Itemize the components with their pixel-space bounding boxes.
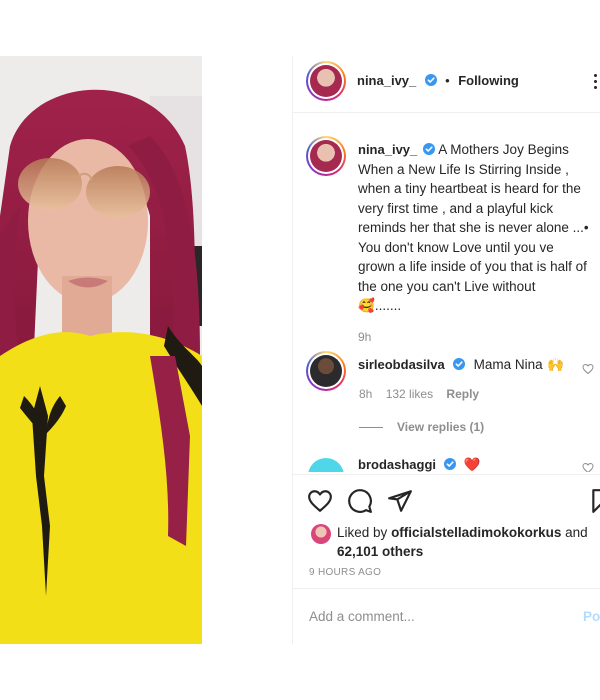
comment-avatar[interactable] (306, 351, 346, 391)
others-count[interactable]: 62,101 others (337, 544, 423, 559)
view-replies-button[interactable]: View replies (1) (359, 420, 484, 434)
likes-summary: Liked by officialstelladimokokorkus and … (337, 523, 599, 561)
caption: nina_ivy_ A Mothers Joy Begins When a Ne… (358, 140, 594, 347)
heart-icon[interactable] (307, 488, 333, 514)
verified-badge-icon (453, 358, 466, 370)
post-header: nina_ivy_ • Following (357, 72, 519, 90)
comment-like-heart-icon[interactable] (582, 462, 594, 472)
verified-badge-icon (423, 143, 436, 155)
post-time-ago[interactable]: 9 HOURS AGO (309, 567, 381, 578)
liked-by-user[interactable]: officialstelladimokokorkus (391, 525, 561, 540)
caption-text: A Mothers Joy Begins When a New Life Is … (358, 142, 589, 294)
comment-input-divider (293, 588, 600, 589)
comment-emoji: ❤️ (463, 457, 481, 472)
liked-by-label: Liked by (337, 525, 388, 540)
comment-meta: 8h 132 likes Reply (359, 387, 489, 401)
paper-plane-icon[interactable] (387, 488, 413, 514)
comment-row: sirleobdasilva Mama Nina 🙌 (358, 356, 564, 374)
liker-avatar[interactable] (311, 524, 331, 544)
comment-likes[interactable]: 132 likes (386, 387, 433, 401)
reply-button[interactable]: Reply (446, 387, 479, 401)
following-button[interactable]: Following (458, 73, 519, 88)
caption-time[interactable]: 9h (358, 328, 594, 348)
post-details-panel: nina_ivy_ • Following nina_ivy_ A Mother… (292, 56, 600, 644)
caption-emoji: 🥰 (358, 298, 375, 313)
comment-text: Mama Nina (473, 357, 543, 372)
add-comment-input[interactable]: Add a comment... (309, 609, 415, 624)
view-replies-label: View replies (1) (397, 420, 485, 434)
post-comment-button[interactable]: Post (583, 609, 600, 624)
comment-emoji: 🙌 (547, 357, 564, 372)
caption-ellipsis: ....... (374, 298, 402, 313)
more-dots-icon[interactable] (593, 73, 599, 91)
author-avatar[interactable] (306, 61, 346, 101)
comment-icon[interactable] (347, 488, 373, 514)
comment-time[interactable]: 8h (359, 387, 372, 401)
bookmark-icon[interactable] (589, 488, 600, 514)
comment-username[interactable]: sirleobdasilva (358, 357, 445, 372)
verified-badge-icon (444, 458, 457, 470)
and-label: and (565, 525, 588, 540)
actions-divider (293, 474, 600, 475)
post-photo[interactable] (0, 56, 202, 644)
header-divider (293, 112, 600, 113)
header-separator: • (445, 73, 450, 88)
comment-like-heart-icon[interactable] (582, 363, 594, 375)
verified-badge-icon (424, 74, 437, 86)
comment-row-clipped: brodashaggi ❤️ (293, 450, 600, 472)
header-username[interactable]: nina_ivy_ (357, 73, 416, 88)
comment-username[interactable]: brodashaggi (358, 457, 436, 472)
caption-username[interactable]: nina_ivy_ (358, 142, 417, 157)
caption-avatar[interactable] (306, 136, 346, 176)
comment-avatar[interactable] (308, 458, 344, 472)
view-replies-line (359, 427, 383, 429)
